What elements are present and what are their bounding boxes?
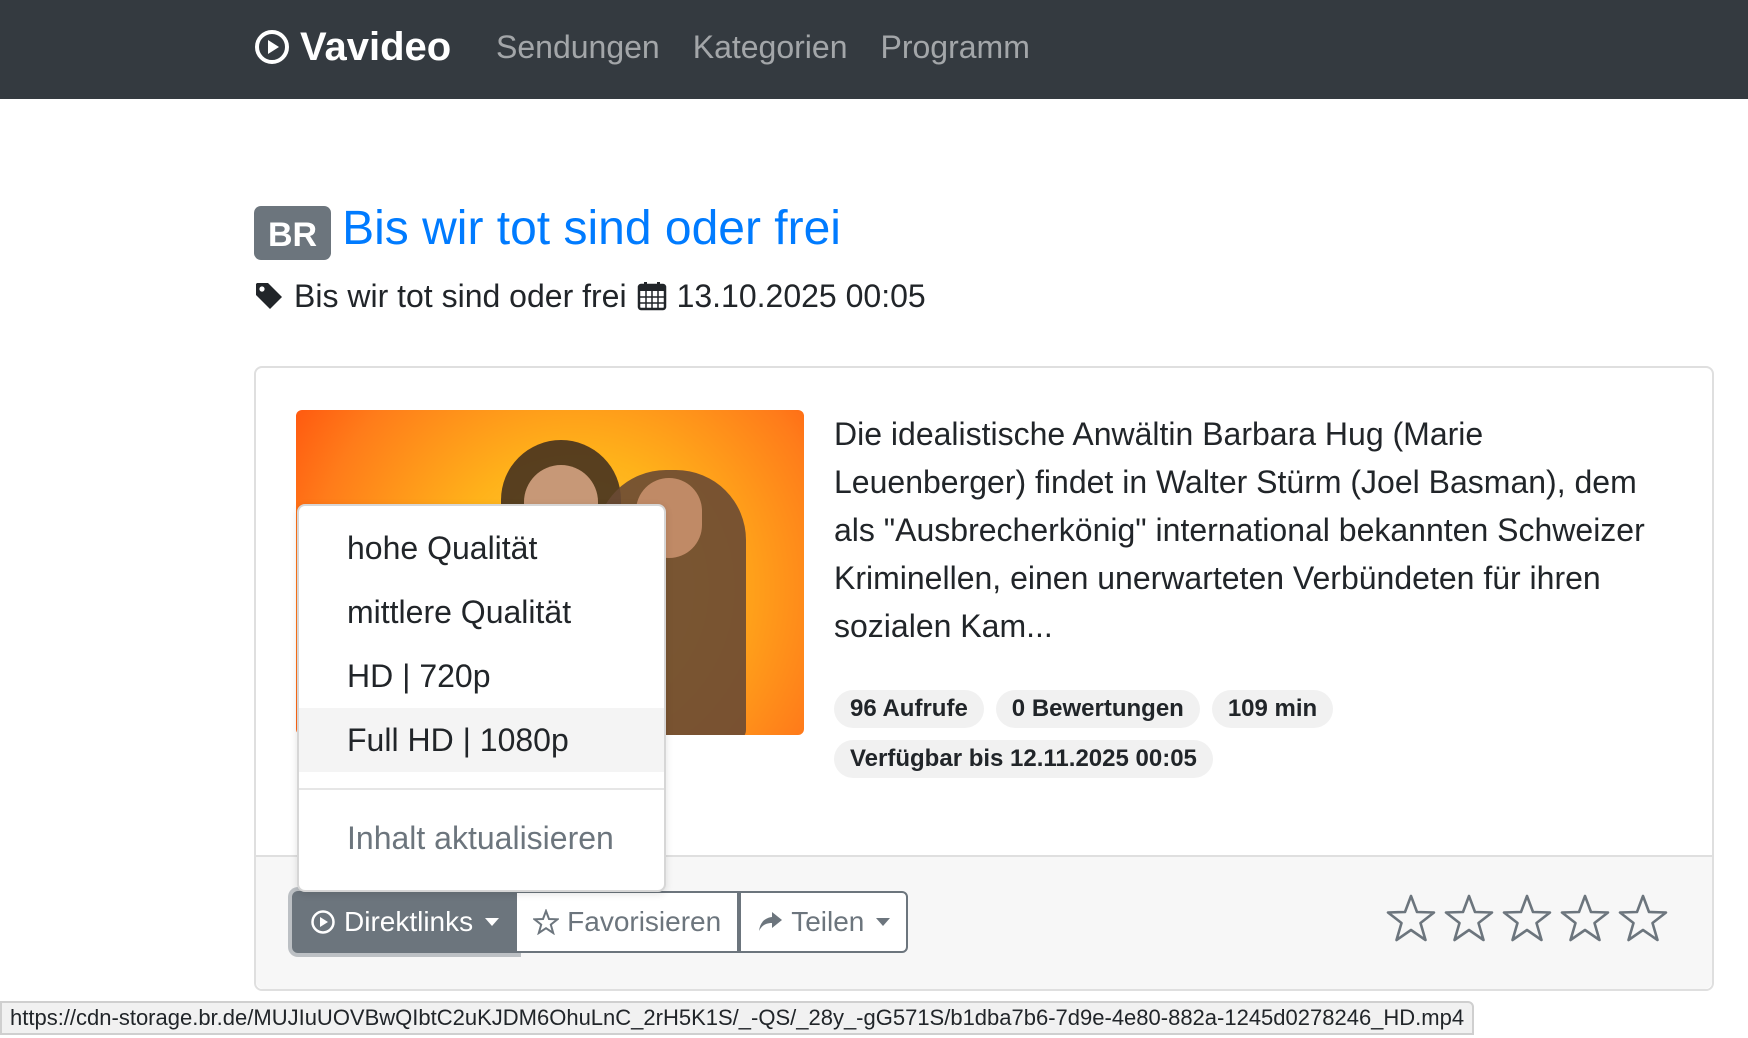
dropdown-item-high-quality[interactable]: hohe Qualität (299, 516, 664, 580)
rating-star-icon[interactable] (1618, 893, 1668, 943)
dropdown-item-refresh[interactable]: Inhalt aktualisieren (299, 806, 664, 870)
nav-link-sendungen[interactable]: Sendungen (496, 29, 660, 66)
nav-link-kategorien[interactable]: Kategorien (693, 29, 848, 66)
badge-list: 96 Aufrufe 0 Bewertungen 109 min Verfügb… (834, 690, 1674, 790)
duration-badge: 109 min (1211, 690, 1334, 728)
calendar-icon (637, 282, 666, 311)
page-title[interactable]: Bis wir tot sind oder frei (342, 201, 841, 257)
title-row: BR Bis wir tot sind oder frei (254, 198, 841, 260)
play-circle-icon (255, 30, 289, 64)
nav-link-programm[interactable]: Programm (881, 29, 1030, 66)
ratings-badge: 0 Bewertungen (995, 690, 1200, 728)
favorite-label: Favorisieren (567, 906, 722, 937)
share-label: Teilen (791, 906, 865, 937)
share-button[interactable]: Teilen (739, 891, 909, 953)
meta-row: Bis wir tot sind oder frei 13.10.2025 00… (254, 276, 926, 316)
brand-link[interactable]: Vavideo (254, 22, 451, 72)
share-icon (759, 912, 783, 931)
dropdown-item-medium-quality[interactable]: mittlere Qualität (299, 580, 664, 644)
caret-down-icon (876, 918, 891, 926)
brand-name: Vavideo (300, 24, 452, 69)
nav-links: Sendungen Kategorien Programm (496, 22, 1030, 72)
caret-down-icon (485, 918, 500, 926)
dropdown-item-hd-720p[interactable]: HD | 720p (299, 644, 664, 708)
navbar: Vavideo Sendungen Kategorien Programm (0, 0, 1748, 99)
show-tag[interactable]: Bis wir tot sind oder frei (294, 278, 627, 315)
rating-star-icon[interactable] (1560, 893, 1610, 943)
rating-star-icon[interactable] (1502, 893, 1552, 943)
action-button-group: Direktlinks Favorisieren Teilen (292, 891, 909, 953)
rating-star-icon[interactable] (1444, 893, 1494, 943)
direktlinks-label: Direktlinks (344, 906, 474, 937)
direktlinks-dropdown: hohe Qualität mittlere Qualität HD | 720… (297, 504, 666, 892)
link-status-bar: https://cdn-storage.br.de/MUJIuUOVBwQIbt… (0, 1001, 1475, 1035)
tag-icon (256, 283, 282, 309)
show-description: Die idealistische Anwältin Barbara Hug (… (834, 416, 1645, 644)
availability-badge: Verfügbar bis 12.11.2025 00:05 (834, 740, 1213, 778)
dropdown-item-full-hd-1080p[interactable]: Full HD | 1080p (299, 708, 664, 772)
rating-star-icon[interactable] (1386, 893, 1436, 943)
views-badge: 96 Aufrufe (834, 690, 984, 728)
favorite-button[interactable]: Favorisieren (517, 891, 740, 953)
station-badge: BR (254, 206, 332, 260)
direktlinks-button[interactable]: Direktlinks (292, 891, 518, 953)
play-circle-icon (311, 910, 335, 934)
dropdown-divider (299, 788, 664, 790)
star-outline-icon (533, 909, 560, 935)
rating-stars (1386, 893, 1668, 943)
show-date: 13.10.2025 00:05 (676, 277, 926, 314)
